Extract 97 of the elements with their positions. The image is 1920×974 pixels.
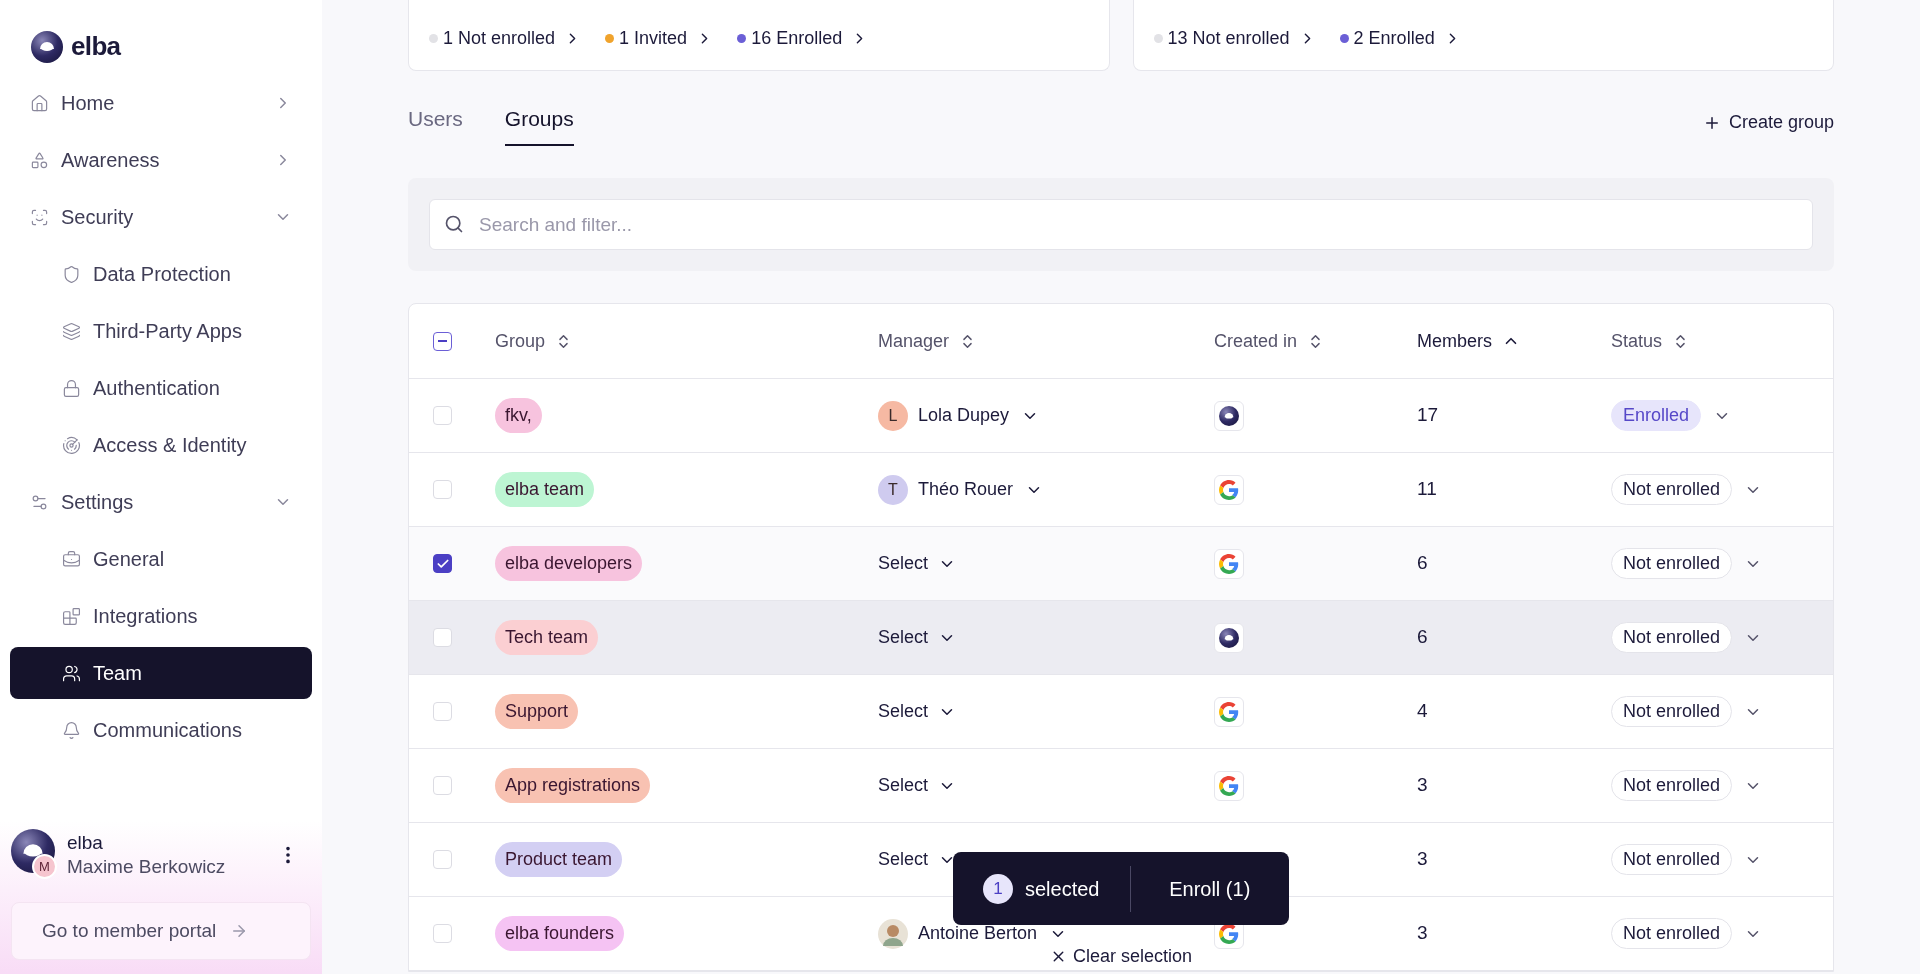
nav-icon [62, 435, 81, 455]
column-header[interactable]: Manager [878, 327, 950, 355]
table-row[interactable]: Tech team Select 6 Not enrolled [409, 601, 1833, 675]
elba-logo-icon [1219, 627, 1239, 648]
search-field[interactable]: Search and filter... [429, 199, 1813, 250]
sidebar-item[interactable]: General [10, 533, 312, 585]
nav-icon [62, 378, 81, 398]
status-select[interactable]: Not enrolled [1611, 548, 1733, 579]
selection-count: 1 [983, 873, 1013, 904]
nav-icon [30, 93, 49, 113]
nav-icon [62, 720, 81, 740]
user-name: Maxime Berkowicz [67, 855, 227, 879]
status-select[interactable]: Not enrolled [1611, 844, 1733, 875]
column-header[interactable]: Group [495, 327, 546, 355]
status-select[interactable]: Not enrolled [1611, 770, 1733, 801]
member-portal-button[interactable]: Go to member portal [11, 902, 311, 960]
group-tag: Tech team [495, 620, 599, 655]
column-header[interactable]: Status [1611, 327, 1663, 355]
elba-logo-icon [1219, 405, 1239, 426]
sidebar-item[interactable]: Integrations [10, 590, 312, 642]
brand-name: elba [71, 30, 121, 63]
sidebar-item[interactable]: Team [10, 647, 312, 699]
logo-icon [31, 30, 63, 63]
sidebar-item[interactable]: Home [10, 77, 312, 129]
manager-avatar: L [878, 400, 908, 431]
tab[interactable]: Groups [504, 93, 574, 146]
google-icon [1219, 775, 1239, 796]
manager-select[interactable]: Select [878, 550, 929, 577]
group-tag: elba developers [495, 546, 643, 581]
nav-icon [30, 207, 49, 227]
members-count: 4 [1417, 700, 1428, 722]
google-icon [1219, 479, 1239, 500]
members-count: 3 [1417, 848, 1428, 870]
select-all-checkbox[interactable] [433, 331, 452, 351]
group-tag: fkv, [495, 398, 542, 433]
stat-label: 1 Not enrolled [443, 27, 556, 50]
sidebar-item[interactable]: Data Protection [10, 248, 312, 300]
column-header[interactable]: Members [1417, 327, 1492, 355]
group-tag: Support [495, 694, 579, 729]
stat-label: 2 Enrolled [1353, 27, 1435, 50]
sidebar-item[interactable]: Authentication [10, 362, 312, 414]
user-avatar: M [32, 854, 57, 879]
manager-select[interactable]: Select [878, 772, 929, 799]
members-count: 17 [1417, 404, 1439, 426]
group-tag: elba team [495, 472, 595, 507]
status-select[interactable]: Enrolled [1611, 400, 1702, 431]
manager-name[interactable]: Lola Dupey [918, 402, 1010, 429]
members-count: 3 [1417, 774, 1428, 796]
nav-icon [62, 549, 81, 569]
stat-link[interactable]: 2 Enrolled [1339, 25, 1461, 52]
manager-avatar: T [878, 474, 908, 505]
members-count: 6 [1417, 626, 1428, 648]
group-tag: Product team [495, 842, 623, 877]
sidebar-item[interactable]: Third-Party Apps [10, 305, 312, 357]
tab[interactable]: Users [408, 93, 463, 146]
status-select[interactable]: Not enrolled [1611, 474, 1733, 505]
nav-icon [62, 606, 81, 626]
members-count: 6 [1417, 552, 1428, 574]
manager-select[interactable]: Select [878, 698, 929, 725]
group-tag: elba founders [495, 916, 625, 951]
sidebar-item[interactable]: Security [10, 191, 312, 243]
sidebar-item[interactable]: Access & Identity [10, 419, 312, 471]
status-select[interactable]: Not enrolled [1611, 622, 1733, 653]
nav-icon [62, 663, 81, 683]
stat-link[interactable]: 16 Enrolled [737, 25, 869, 52]
status-select[interactable]: Not enrolled [1611, 696, 1733, 727]
sidebar-item[interactable]: Settings [10, 476, 312, 528]
stat-label: 16 Enrolled [751, 27, 843, 50]
stat-link[interactable]: 13 Not enrolled [1153, 25, 1316, 52]
manager-avatar [878, 918, 908, 949]
google-icon [1219, 701, 1239, 722]
row-checkbox[interactable] [433, 554, 452, 573]
google-icon [1219, 553, 1239, 574]
stat-link[interactable]: 1 Invited [605, 25, 714, 52]
nav-icon [62, 264, 81, 284]
sidebar-item[interactable]: Communications [10, 704, 312, 756]
stat-link[interactable]: 1 Not enrolled [429, 25, 582, 52]
column-header[interactable]: Created in [1214, 327, 1298, 355]
google-icon [1219, 923, 1239, 944]
nav-icon [62, 321, 81, 341]
group-tag: App registrations [495, 768, 651, 803]
search-icon [444, 214, 464, 234]
minus-icon [438, 340, 447, 342]
stat-label: 13 Not enrolled [1167, 27, 1290, 50]
manager-select[interactable]: Select [878, 624, 929, 651]
org-name: elba [67, 831, 104, 855]
create-group-button[interactable]: Create group [1702, 109, 1834, 136]
members-count: 3 [1417, 922, 1428, 944]
table-row[interactable]: elba developers Select 6 Not enrolled [409, 527, 1833, 601]
manager-select[interactable]: Select [878, 846, 929, 873]
members-count: 11 [1417, 478, 1437, 500]
status-select[interactable]: Not enrolled [1611, 918, 1733, 949]
clear-selection-button[interactable]: Clear selection [1050, 943, 1193, 970]
manager-name[interactable]: Théo Rouer [918, 476, 1014, 503]
sidebar-item[interactable]: Awareness [10, 134, 312, 186]
nav-icon [30, 150, 49, 170]
stat-label: 1 Invited [619, 27, 688, 50]
